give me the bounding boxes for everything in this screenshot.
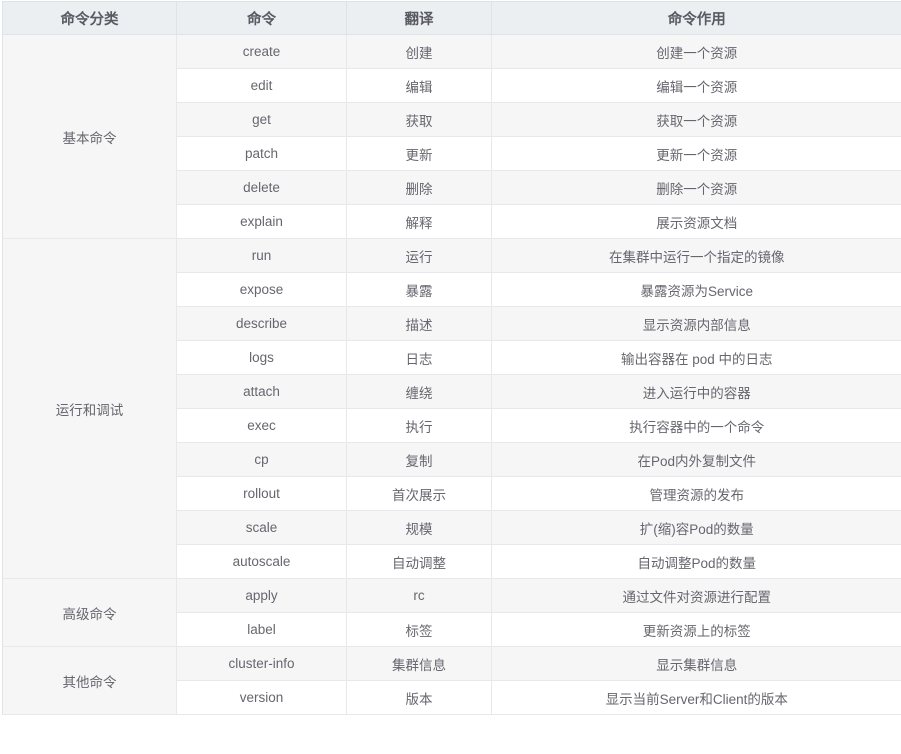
description-cell: 创建一个资源	[491, 34, 901, 69]
translation-cell: 标签	[346, 612, 492, 647]
translation-cell: 首次展示	[346, 476, 492, 511]
category-cell: 基本命令	[2, 34, 177, 239]
description-cell: 进入运行中的容器	[491, 374, 901, 409]
description-cell: 扩(缩)容Pod的数量	[491, 510, 901, 545]
table-row: 基本命令 create 创建 创建一个资源	[2, 34, 901, 239]
category-cell: 其他命令	[2, 646, 177, 715]
description-cell: 更新资源上的标签	[491, 612, 901, 647]
translation-cell: 创建	[346, 34, 492, 69]
description-cell: 显示当前Server和Client的版本	[491, 680, 901, 715]
translation-cell: 获取	[346, 102, 492, 137]
description-cell: 自动调整Pod的数量	[491, 544, 901, 579]
description-cell: 编辑一个资源	[491, 68, 901, 103]
description-cell: 执行容器中的一个命令	[491, 408, 901, 443]
command-cell: get	[176, 102, 347, 137]
command-cell: autoscale	[176, 544, 347, 579]
translation-cell: 集群信息	[346, 646, 492, 681]
command-cell: run	[176, 238, 347, 273]
command-cell: version	[176, 680, 347, 715]
command-cell: scale	[176, 510, 347, 545]
translation-cell: 复制	[346, 442, 492, 477]
table-row: 其他命令 cluster-info 集群信息 显示集群信息	[2, 646, 901, 715]
description-cell: 暴露资源为Service	[491, 272, 901, 307]
translation-cell: 编辑	[346, 68, 492, 103]
translation-cell: 解释	[346, 204, 492, 239]
translation-cell: 自动调整	[346, 544, 492, 579]
translation-cell: rc	[346, 578, 492, 613]
translation-cell: 运行	[346, 238, 492, 273]
translation-cell: 缠绕	[346, 374, 492, 409]
category-cell: 高级命令	[2, 578, 177, 647]
command-cell: explain	[176, 204, 347, 239]
command-cell: cluster-info	[176, 646, 347, 681]
translation-cell: 规模	[346, 510, 492, 545]
description-cell: 在集群中运行一个指定的镜像	[491, 238, 901, 273]
table-row: 高级命令 apply rc 通过文件对资源进行配置	[2, 578, 901, 647]
description-cell: 删除一个资源	[491, 170, 901, 205]
description-cell: 获取一个资源	[491, 102, 901, 137]
command-cell: describe	[176, 306, 347, 341]
table-body: 基本命令 create 创建 创建一个资源 edit 编辑 编辑一个资源 get 获取 获取一个资…	[2, 34, 901, 715]
translation-cell: 删除	[346, 170, 492, 205]
command-cell: label	[176, 612, 347, 647]
command-cell: cp	[176, 442, 347, 477]
command-cell: logs	[176, 340, 347, 375]
command-cell: edit	[176, 68, 347, 103]
command-cell: apply	[176, 578, 347, 613]
category-cell: 运行和调试	[2, 238, 177, 579]
description-cell: 显示资源内部信息	[491, 306, 901, 341]
description-cell: 展示资源文档	[491, 204, 901, 239]
command-cell: expose	[176, 272, 347, 307]
translation-cell: 版本	[346, 680, 492, 715]
table-header-row: 命令分类 命令 翻译 命令作用	[2, 1, 901, 35]
table-row: 运行和调试 run 运行 在集群中运行一个指定的镜像	[2, 238, 901, 579]
column-header-category: 命令分类	[2, 1, 177, 35]
translation-cell: 更新	[346, 136, 492, 171]
kubectl-command-table-container: 命令分类 命令 翻译 命令作用 基本命令 create 创建 创建一个资源 edit 编辑…	[0, 0, 901, 754]
command-cell: create	[176, 34, 347, 69]
description-cell: 通过文件对资源进行配置	[491, 578, 901, 613]
description-cell: 更新一个资源	[491, 136, 901, 171]
command-cell: exec	[176, 408, 347, 443]
command-cell: attach	[176, 374, 347, 409]
column-header-translation: 翻译	[346, 1, 492, 35]
table-header: 命令分类 命令 翻译 命令作用	[2, 1, 901, 35]
translation-cell: 日志	[346, 340, 492, 375]
translation-cell: 描述	[346, 306, 492, 341]
kubectl-command-table: 命令分类 命令 翻译 命令作用 基本命令 create 创建 创建一个资源 edit 编辑…	[2, 1, 901, 715]
translation-cell: 暴露	[346, 272, 492, 307]
command-cell: rollout	[176, 476, 347, 511]
command-cell: patch	[176, 136, 347, 171]
column-header-description: 命令作用	[491, 1, 901, 35]
description-cell: 输出容器在 pod 中的日志	[491, 340, 901, 375]
column-header-command: 命令	[176, 1, 347, 35]
command-cell: delete	[176, 170, 347, 205]
description-cell: 显示集群信息	[491, 646, 901, 681]
description-cell: 管理资源的发布	[491, 476, 901, 511]
description-cell: 在Pod内外复制文件	[491, 442, 901, 477]
translation-cell: 执行	[346, 408, 492, 443]
